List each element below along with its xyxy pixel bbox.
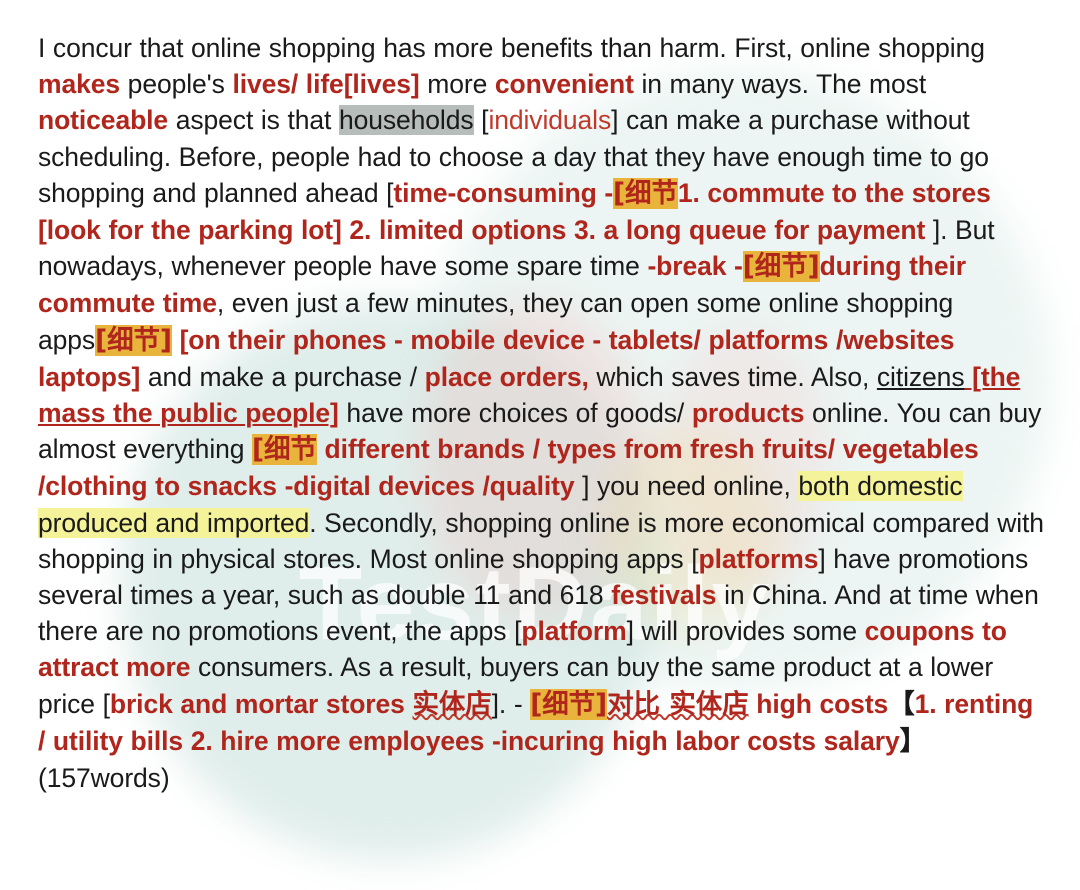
correction-run-light: individuals: [488, 105, 612, 136]
correction-run: makes: [38, 69, 121, 100]
correction-run: place orders,: [424, 361, 589, 392]
correction-run: noticeable: [38, 105, 169, 136]
correction-run: festivals: [611, 580, 717, 611]
correction-run: high costs: [748, 688, 889, 719]
text-run: ]. -: [491, 688, 531, 719]
correction-run-cn-wavy: 对比 实体店: [607, 688, 749, 720]
correction-run: products: [691, 398, 805, 429]
text-run: aspect is that: [168, 105, 339, 136]
text-run: ] you need online,: [574, 471, 799, 502]
correction-run-cn-wavy: 实体店: [412, 688, 492, 720]
correction-run: lives/ life[lives]: [232, 69, 420, 100]
text-run: and make a purchase /: [140, 361, 425, 392]
essay-body: I concur that online shopping has more b…: [0, 0, 1080, 796]
detail-tag: [细节]: [742, 251, 820, 283]
text-run: more: [419, 69, 495, 100]
correction-run: brick and mortar stores: [109, 688, 413, 719]
gray-highlight-run: households: [338, 105, 474, 136]
text-run: have more choices of goods/: [338, 398, 692, 429]
text-run: ] will provides some: [626, 616, 865, 647]
essay-paragraph: I concur that online shopping has more b…: [38, 30, 1046, 796]
word-count-label: (157words): [38, 763, 170, 794]
underlined-original: citizens: [876, 361, 965, 392]
text-run: which saves time. Also,: [588, 361, 877, 392]
detail-tag: [细节: [252, 434, 317, 466]
detail-tag: [细节: [613, 177, 678, 209]
correction-run: time-consuming -: [393, 177, 614, 208]
text-run: people's: [120, 69, 233, 100]
bracket-open: 【: [888, 688, 915, 720]
correction-run: convenient: [494, 69, 634, 100]
detail-tag: [细节]: [530, 688, 608, 720]
text-run: [: [473, 105, 489, 136]
text-run: I concur that online shopping has more b…: [38, 33, 985, 63]
detail-tag: [细节]: [95, 324, 172, 356]
correction-run: platform: [521, 616, 627, 647]
bracket-close: 】: [899, 725, 927, 757]
correction-run: -break -: [647, 251, 743, 282]
correction-run: platforms: [698, 543, 819, 574]
text-run: in many ways. The most: [633, 69, 927, 100]
